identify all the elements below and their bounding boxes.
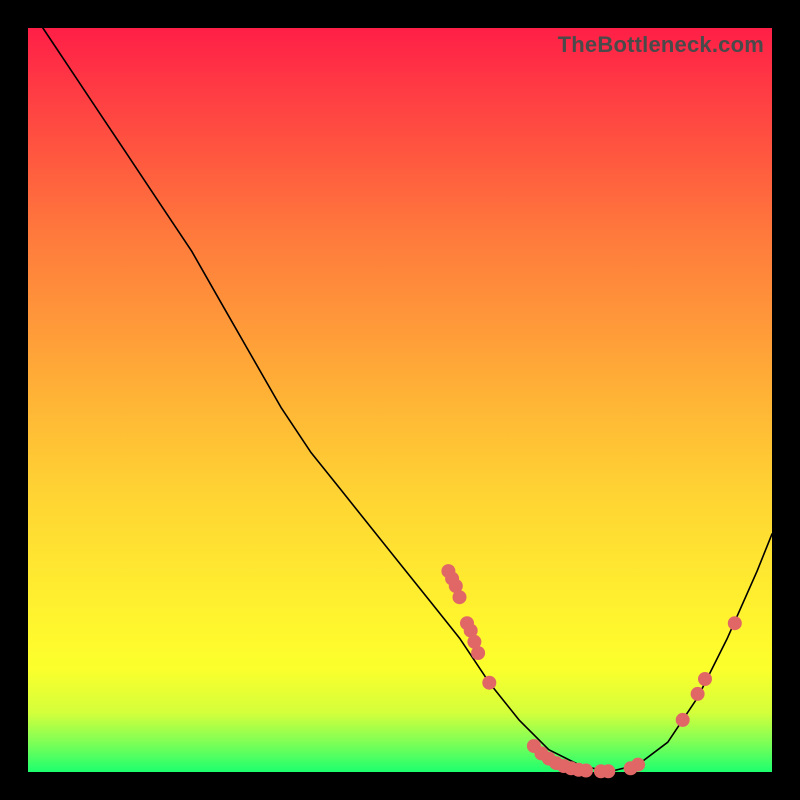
data-point <box>482 676 496 690</box>
data-point <box>698 672 712 686</box>
data-point <box>676 713 690 727</box>
chart-svg <box>28 28 772 772</box>
data-point <box>601 764 615 778</box>
scatter-points <box>441 564 741 778</box>
data-point <box>631 758 645 772</box>
chart-frame: TheBottleneck.com <box>28 28 772 772</box>
bottleneck-curve <box>43 28 772 772</box>
data-point <box>471 646 485 660</box>
data-point <box>728 616 742 630</box>
data-point <box>453 590 467 604</box>
data-point <box>691 687 705 701</box>
data-point <box>579 764 593 778</box>
